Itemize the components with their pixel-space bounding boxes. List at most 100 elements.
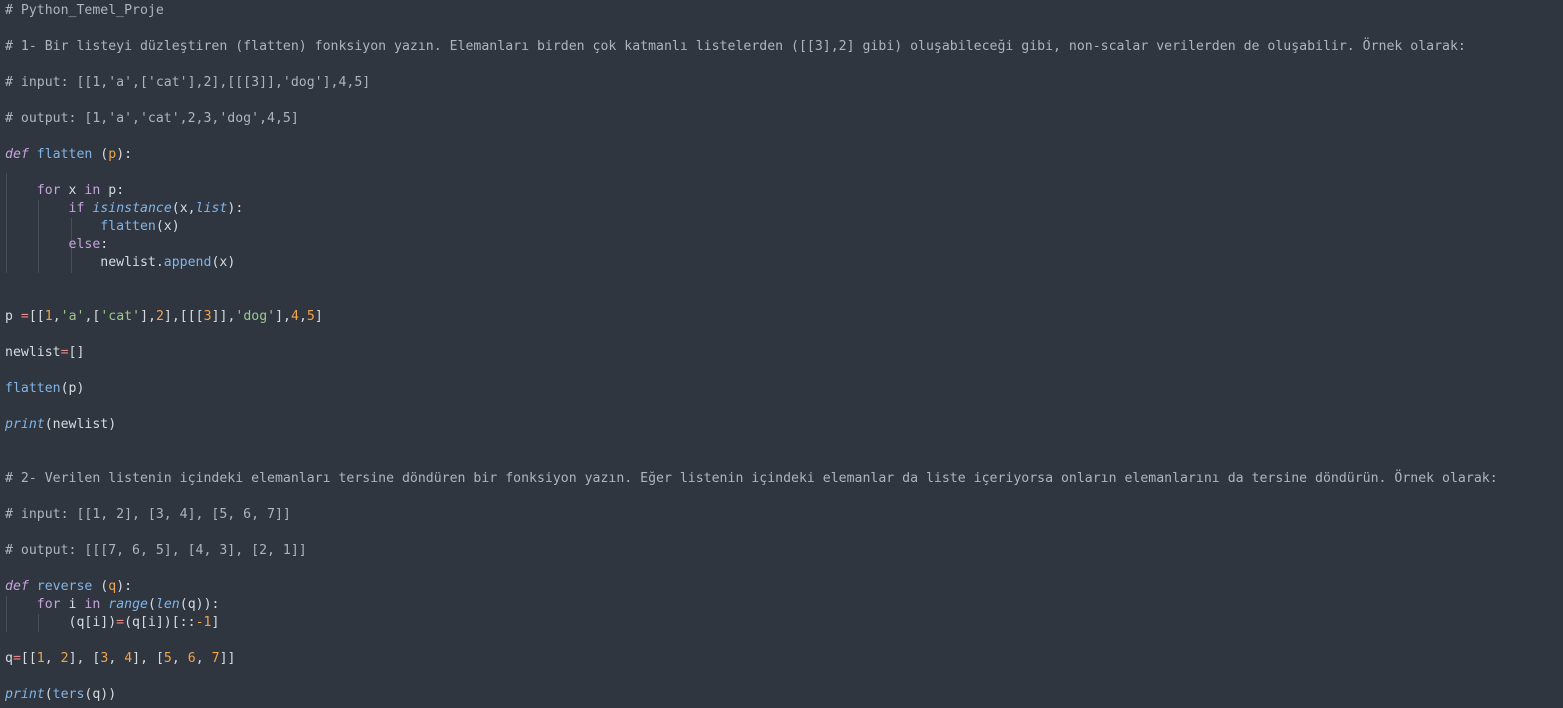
code-token: : <box>100 237 109 252</box>
code-token: newlist <box>5 345 61 360</box>
code-token: 6 <box>187 651 196 666</box>
code-token: 4 <box>124 651 133 666</box>
code-token: = <box>20 309 29 324</box>
code-token: 3 <box>203 309 212 324</box>
code-token: , <box>108 651 125 666</box>
code-line[interactable]: flatten(p) <box>5 380 84 398</box>
code-token: , <box>171 651 188 666</box>
code-token: # input: [[1, 2], [3, 4], [5, 6, 7]] <box>5 507 291 522</box>
code-token: ): <box>116 579 133 594</box>
code-token: (q[i]) <box>5 615 117 630</box>
code-token: def <box>5 579 29 594</box>
code-token: # output: [1,'a','cat',2,3,'dog',4,5] <box>5 111 299 126</box>
code-token: = <box>12 651 21 666</box>
code-token: (x) <box>155 219 180 234</box>
code-token: range <box>108 597 148 612</box>
code-token: (newlist) <box>44 417 117 432</box>
code-token: # 2- Verilen listenin içindeki elemanlar… <box>5 471 1498 486</box>
code-token: (x) <box>211 255 236 270</box>
code-token: -1 <box>195 615 212 630</box>
code-line[interactable]: def flatten (p): <box>5 146 132 164</box>
code-token: append <box>163 255 212 270</box>
code-token: len <box>155 597 180 612</box>
code-line[interactable]: q=[[1, 2], [3, 4], [5, 6, 7]] <box>5 650 235 668</box>
code-line[interactable]: print(newlist) <box>5 416 116 434</box>
code-token: 5 <box>163 651 172 666</box>
code-line[interactable]: # Python_Temel_Proje <box>5 2 164 20</box>
code-token: flatten <box>100 219 156 234</box>
code-token: q <box>5 651 13 666</box>
code-line[interactable]: # output: [[[7, 6, 5], [4, 3], [2, 1]] <box>5 542 307 560</box>
code-token: p <box>5 309 21 324</box>
code-line[interactable]: newlist.append(x) <box>5 254 235 272</box>
code-token: 1 <box>36 651 45 666</box>
code-token: 5 <box>306 309 315 324</box>
code-token: (q[i])[:: <box>124 615 196 630</box>
code-token: else <box>68 237 101 252</box>
code-token: ters <box>52 687 85 702</box>
code-token: flatten <box>5 381 61 396</box>
code-line[interactable]: # 1- Bir listeyi düzleştiren (flatten) f… <box>5 38 1466 56</box>
code-token: list <box>195 201 228 216</box>
code-token: 1 <box>44 309 53 324</box>
code-token: for <box>36 597 61 612</box>
code-line[interactable]: def reverse (q): <box>5 578 132 596</box>
code-token: print <box>5 687 45 702</box>
code-token: = <box>116 615 125 630</box>
code-token: for <box>36 183 61 198</box>
code-line[interactable]: # output: [1,'a','cat',2,3,'dog',4,5] <box>5 110 299 128</box>
code-line[interactable]: p =[[1,'a',['cat'],2],[[[3]],'dog'],4,5] <box>5 308 323 326</box>
code-token: [[ <box>28 309 45 324</box>
code-token: ],[[[ <box>163 309 204 324</box>
code-token: [[ <box>20 651 37 666</box>
code-line[interactable]: else: <box>5 236 109 254</box>
code-token: i <box>60 597 85 612</box>
code-token: 'a' <box>60 309 85 324</box>
code-token: ( <box>147 597 156 612</box>
code-token: ], <box>275 309 291 324</box>
code-token: # Python_Temel_Proje <box>5 3 164 18</box>
code-token: reverse <box>36 579 93 594</box>
code-token: newlist. <box>5 255 164 270</box>
code-token: 7 <box>211 651 220 666</box>
code-token: 4 <box>290 309 299 324</box>
code-line[interactable]: for i in range(len(q)): <box>5 596 220 614</box>
code-token: ], <box>140 309 156 324</box>
code-line[interactable]: for x in p: <box>5 182 124 200</box>
code-line[interactable]: (q[i])=(q[i])[::-1] <box>5 614 220 632</box>
code-token: , <box>52 309 61 324</box>
code-line[interactable]: # input: [[1, 2], [3, 4], [5, 6, 7]] <box>5 506 291 524</box>
code-token: q <box>108 579 117 594</box>
code-token: , <box>195 651 212 666</box>
code-token: ( <box>92 579 109 594</box>
code-line[interactable]: # input: [[1,'a',['cat'],2],[[[3]],'dog'… <box>5 74 370 92</box>
code-token: ,[ <box>84 309 101 324</box>
code-token: ( <box>44 687 53 702</box>
code-token: isinstance <box>92 201 172 216</box>
code-line[interactable]: print(ters(q)) <box>5 686 116 704</box>
code-line[interactable]: # 2- Verilen listenin içindeki elemanlar… <box>5 470 1498 488</box>
code-token: ]], <box>211 309 236 324</box>
code-line[interactable]: flatten(x) <box>5 218 180 236</box>
code-token: 'dog' <box>235 309 276 324</box>
code-token: 2 <box>60 651 69 666</box>
code-token: # output: [[[7, 6, 5], [4, 3], [2, 1]] <box>5 543 307 558</box>
code-token: 2 <box>155 309 164 324</box>
code-token: ] <box>314 309 323 324</box>
code-token: def <box>5 147 29 162</box>
code-token: print <box>5 417 45 432</box>
code-token: ], [ <box>132 651 164 666</box>
code-line[interactable]: newlist=[] <box>5 344 84 362</box>
code-line[interactable]: if isinstance(x,list): <box>5 200 244 218</box>
code-editor[interactable]: # Python_Temel_Proje # 1- Bir listeyi düz… <box>0 0 1563 708</box>
code-token: 'cat' <box>100 309 141 324</box>
code-token: (q)): <box>179 597 220 612</box>
code-token: [] <box>68 345 85 360</box>
code-token: , <box>44 651 61 666</box>
